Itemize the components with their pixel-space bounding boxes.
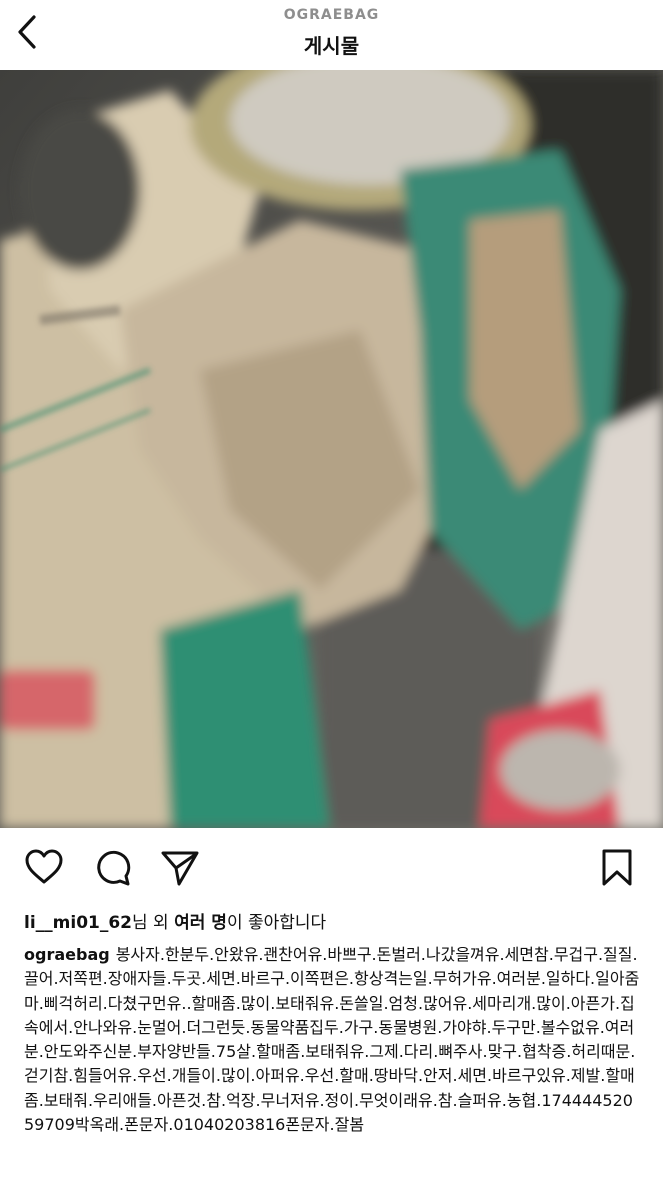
bookmark-icon [602,849,632,886]
save-button[interactable] [598,848,638,888]
video-frame [0,70,663,828]
likes-summary[interactable]: li__mi01_62님 외 여러 명이 좋아합니다 [24,908,326,933]
likes-mid-text: 님 외 [132,913,175,933]
post-header: OGRAEBAG 게시물 [0,0,663,70]
account-name[interactable]: OGRAEBAG [0,7,663,23]
caption-username[interactable]: ograebag [24,945,110,964]
share-button[interactable] [160,848,200,888]
post-video[interactable] [0,70,663,828]
liker-username[interactable]: li__mi01_62 [24,913,132,933]
post-caption: ograebag 봉사자.한분두.안왔유.괜찬어유.바쁘구.돈벌러.나갔을껴유.세… [24,943,642,1137]
caption-text: 봉사자.한분두.안왔유.괜찬어유.바쁘구.돈벌러.나갔을껴유.세면참.무겁구.질… [24,945,640,1135]
comment-icon [97,850,131,886]
action-bar [0,838,663,898]
page-title: 게시물 [303,34,360,58]
paper-plane-icon [161,851,199,886]
comment-button[interactable] [93,848,133,888]
heart-icon [25,849,63,884]
like-button[interactable] [24,848,64,888]
likes-tail-text: 이 좋아합니다 [226,913,327,933]
likes-others[interactable]: 여러 명 [174,913,227,933]
